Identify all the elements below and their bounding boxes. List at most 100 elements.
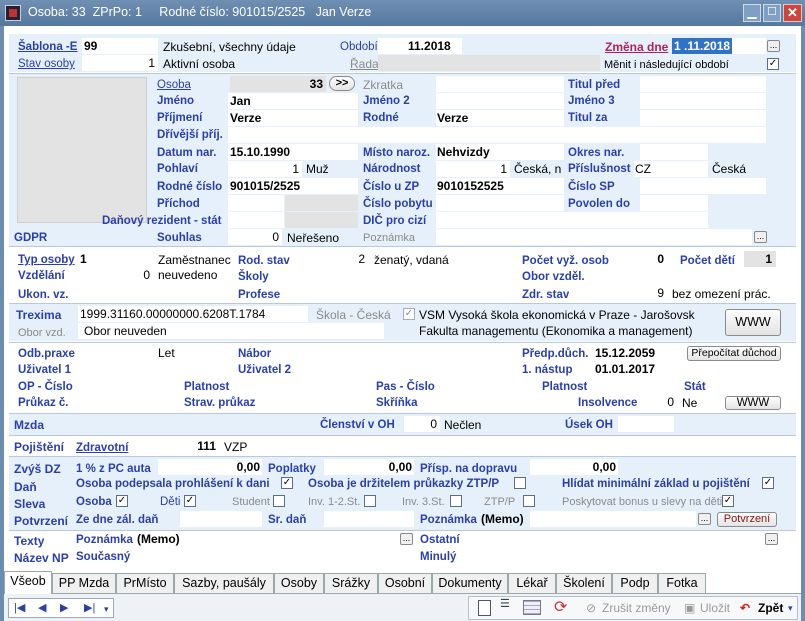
trexima-field[interactable]: 1999.31160.00000000.6208T.1784 bbox=[78, 306, 308, 322]
prepocitat-button[interactable]: Přepočítat důchod bbox=[687, 346, 781, 361]
podepsala-checkbox[interactable]: ✓ bbox=[281, 477, 293, 489]
stav-label[interactable]: Stav osoby bbox=[18, 56, 75, 72]
potvrzeni-button[interactable]: Potvrzení bbox=[717, 512, 777, 527]
skola-ceska-checkbox[interactable]: ✓ bbox=[403, 308, 415, 320]
sleva-inv12-checkbox[interactable] bbox=[364, 495, 376, 507]
ztp-checkbox[interactable] bbox=[514, 477, 526, 489]
last-record-icon[interactable]: ▶| bbox=[84, 600, 95, 616]
clenstvi-field[interactable]: 0 bbox=[404, 416, 440, 432]
op-field[interactable] bbox=[78, 378, 178, 394]
cislo-zp-field[interactable]: 9010152525 bbox=[436, 178, 564, 194]
refresh-icon[interactable]: ⟳ bbox=[554, 598, 567, 618]
poskytovat-checkbox[interactable]: ✓ bbox=[722, 495, 734, 507]
pas-field[interactable] bbox=[440, 378, 534, 394]
danovy-field[interactable] bbox=[228, 212, 284, 228]
minuly-field[interactable] bbox=[464, 548, 780, 564]
cislo-sp-field[interactable] bbox=[640, 178, 766, 194]
pc-field[interactable]: 0,00 bbox=[158, 459, 262, 475]
photo-placeholder[interactable] bbox=[17, 77, 147, 223]
new-doc-icon[interactable] bbox=[478, 600, 491, 616]
soucasny-field[interactable] bbox=[140, 548, 416, 564]
usek-field[interactable] bbox=[618, 416, 674, 432]
skrinka-field[interactable] bbox=[440, 394, 534, 410]
minimize-button[interactable]: ▁ bbox=[743, 4, 761, 22]
insolvence-field[interactable]: 0 bbox=[644, 394, 678, 410]
sleva-osoba-checkbox[interactable]: ✓ bbox=[116, 495, 128, 507]
tab-lekar[interactable]: Lékař bbox=[508, 573, 556, 593]
zmena-picker-button[interactable]: ... bbox=[767, 40, 780, 52]
nav-dropdown-icon[interactable]: ▾ bbox=[104, 601, 109, 617]
sleva-ztpp-checkbox[interactable] bbox=[523, 495, 535, 507]
strav-field[interactable] bbox=[264, 394, 370, 410]
poznamka-person-field[interactable] bbox=[436, 229, 752, 245]
souhlas-field[interactable]: 0 bbox=[228, 229, 282, 245]
drivejsi-field[interactable] bbox=[228, 127, 766, 143]
texty-poznamka-field[interactable] bbox=[186, 531, 398, 547]
ukon-field[interactable] bbox=[78, 286, 170, 302]
dic-field[interactable] bbox=[436, 212, 708, 228]
rod-stav-field[interactable]: 2 bbox=[296, 251, 368, 267]
obor-vzd-field[interactable]: Obor neuveden bbox=[78, 323, 384, 339]
uzivatel2-field[interactable] bbox=[296, 361, 516, 377]
tab-osobni[interactable]: Osobní bbox=[378, 573, 432, 593]
tab-skoleni[interactable]: Školení bbox=[556, 573, 612, 593]
typ-field[interactable]: 1 bbox=[78, 251, 154, 267]
pohlavi-code-field[interactable]: 1 bbox=[228, 161, 302, 177]
obor-vzdel-field[interactable] bbox=[620, 268, 776, 284]
sleva-inv3-checkbox[interactable] bbox=[450, 495, 462, 507]
skola-www-button[interactable]: WWW bbox=[725, 309, 781, 336]
sleva-student-checkbox[interactable] bbox=[273, 495, 285, 507]
first-record-icon[interactable]: |◀ bbox=[14, 600, 25, 616]
tab-osoby[interactable]: Osoby bbox=[274, 573, 324, 593]
vzdelani-field[interactable]: 0 bbox=[78, 267, 154, 283]
nabor-field[interactable] bbox=[296, 345, 516, 361]
tab-podp[interactable]: Podp bbox=[612, 573, 658, 593]
next-osoba-button[interactable]: >> bbox=[329, 76, 355, 91]
misto-field[interactable]: Nehvizdy bbox=[436, 144, 564, 160]
titul-za-field[interactable] bbox=[640, 110, 766, 126]
ostatni-field[interactable] bbox=[464, 531, 762, 547]
list-icon[interactable]: ☰ bbox=[500, 599, 516, 616]
jmeno2-field[interactable] bbox=[436, 93, 564, 109]
ostatni-button[interactable]: ... bbox=[765, 533, 778, 545]
zmena-field[interactable]: 1 .11.2018 bbox=[672, 38, 766, 54]
rc-field[interactable]: 901015/2525 bbox=[228, 178, 358, 194]
prev-record-icon[interactable]: ◀ bbox=[38, 600, 46, 616]
dz-poznamka-button[interactable]: ... bbox=[698, 513, 711, 525]
povolen-field[interactable] bbox=[640, 195, 708, 211]
insolvence-www-button[interactable]: WWW bbox=[725, 396, 781, 410]
jmeno-field[interactable]: Jan bbox=[228, 93, 358, 109]
sr-dan-field[interactable] bbox=[324, 511, 414, 527]
pocet-vyz-field[interactable]: 0 bbox=[620, 251, 668, 267]
sablona-label[interactable]: Šablona -E bbox=[18, 39, 77, 55]
tab-fotka[interactable]: Fotka bbox=[658, 573, 706, 593]
prichod-field[interactable] bbox=[228, 195, 284, 211]
tab-srazky[interactable]: Srážky bbox=[324, 573, 378, 593]
zpet-dropdown-icon[interactable]: ▾ bbox=[788, 598, 793, 618]
uzivatel1-field[interactable] bbox=[78, 361, 234, 377]
profese-field[interactable] bbox=[296, 286, 516, 302]
datum-field[interactable]: 15.10.1990 bbox=[228, 144, 358, 160]
predp-field[interactable]: 15.12.2059 bbox=[594, 345, 678, 361]
tab-dokumenty[interactable]: Dokumenty bbox=[432, 573, 508, 593]
stat-field[interactable] bbox=[712, 378, 744, 394]
prislusnost-code-field[interactable]: CZ bbox=[634, 161, 708, 177]
tab-pp-mzda[interactable]: PP Mzda bbox=[52, 573, 116, 593]
sleva-deti-checkbox[interactable]: ✓ bbox=[184, 495, 196, 507]
titul-pred-field[interactable] bbox=[640, 76, 766, 92]
sablona-field[interactable]: 99 bbox=[82, 38, 158, 54]
narodnost-code-field[interactable]: 1 bbox=[436, 161, 510, 177]
zdravotni-field[interactable]: 111 bbox=[134, 438, 220, 454]
close-button[interactable]: ✕ bbox=[783, 4, 802, 22]
obdobi-field[interactable]: 11.2018 bbox=[378, 38, 462, 54]
grid-icon[interactable] bbox=[523, 600, 541, 615]
hlidat-checkbox[interactable]: ✓ bbox=[762, 477, 774, 489]
jmeno3-field[interactable] bbox=[640, 93, 766, 109]
odb-field[interactable] bbox=[78, 345, 154, 361]
cislo-pobytu-field[interactable] bbox=[436, 195, 564, 211]
texty-poznamka-button[interactable]: ... bbox=[400, 533, 413, 545]
zpet-button[interactable]: Zpět bbox=[758, 598, 783, 618]
ze-dne-field[interactable] bbox=[180, 511, 262, 527]
dz-poznamka-field[interactable] bbox=[530, 511, 696, 527]
platnost2-field[interactable] bbox=[594, 378, 678, 394]
